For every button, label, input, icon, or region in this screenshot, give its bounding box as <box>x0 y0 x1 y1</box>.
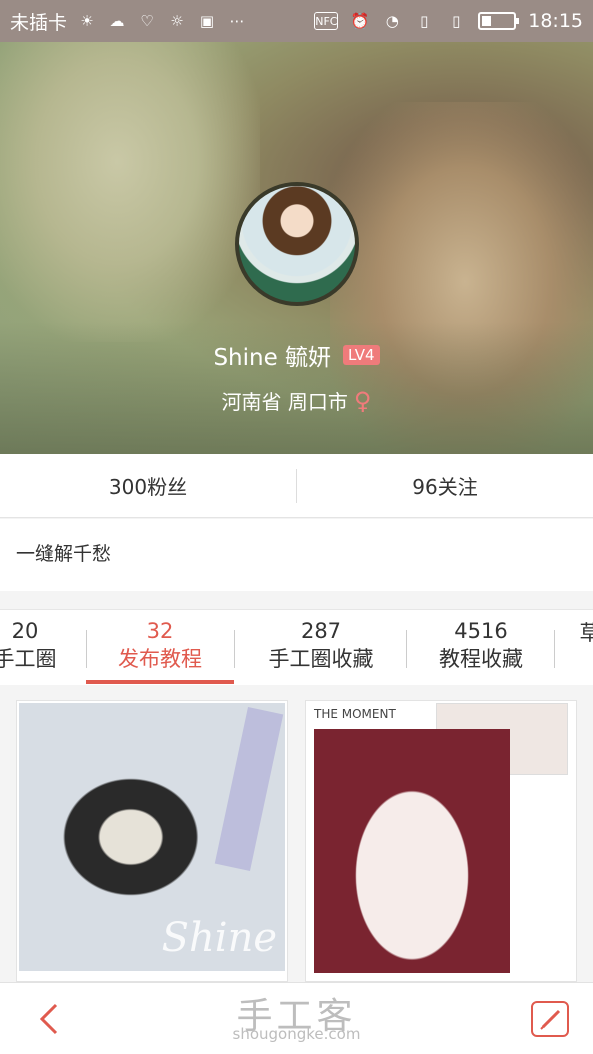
status-bar: 未插卡 ☀ ☁ ♡ ☼ ▣ ⋯ NFC ⏰ ◔ ▯ ▯ 18:15 <box>0 0 593 42</box>
active-tab-indicator <box>86 680 234 684</box>
username: Shine 毓妍 <box>213 345 332 371</box>
battery-level <box>482 16 492 26</box>
tab-published-tutorials[interactable]: 32 发布教程 <box>86 618 234 674</box>
tab-count: 4516 <box>454 619 508 643</box>
nfc-icon: NFC <box>314 12 339 30</box>
level-badge: LV4 <box>343 345 380 365</box>
tab-label: 草 <box>570 618 593 648</box>
bottom-bar: 手工客 shougongke.com <box>0 982 593 1054</box>
tutorial-grid: Shine THE MOMENT <box>0 686 593 982</box>
wifi-icon: ◔ <box>385 12 399 30</box>
tab-separator <box>406 630 407 668</box>
following-count[interactable]: 96关注 <box>297 471 593 500</box>
tab-count: 20 <box>11 619 39 643</box>
avatar[interactable] <box>235 182 359 306</box>
edit-button[interactable] <box>531 1001 569 1037</box>
sim2-icon: ▯ <box>452 12 461 30</box>
tab-label: 手工圈收藏 <box>268 647 374 671</box>
tab-label: 发布教程 <box>118 647 202 671</box>
more-dots-icon: ⋯ <box>229 12 245 30</box>
sim-icon: ▯ <box>420 12 429 30</box>
tutorial-card[interactable]: THE MOMENT <box>305 700 577 982</box>
alarm-icon: ⏰ <box>350 12 370 30</box>
fans-count[interactable]: 300粉丝 <box>0 471 296 500</box>
female-icon: ♀ <box>353 386 372 415</box>
edit-icon <box>540 1009 561 1030</box>
stats-bar: 300粉丝 96关注 <box>0 454 593 518</box>
tab-label: 手工圈 <box>0 647 57 671</box>
location-row: 河南省 周口市 ♀ <box>0 386 593 415</box>
app-icon: ▣ <box>199 12 215 30</box>
tutorial-card[interactable]: Shine <box>16 700 288 982</box>
profile-header: Shine 毓妍 LV4 河南省 周口市 ♀ <box>0 42 593 454</box>
weather-icon: ☼ <box>170 12 184 30</box>
tab-label: 教程收藏 <box>439 647 523 671</box>
shield-icon: ♡ <box>140 12 154 30</box>
header-background <box>0 42 260 342</box>
weather-sun-icon: ☀ <box>80 12 94 30</box>
tab-circle-favorites[interactable]: 287 手工圈收藏 <box>240 618 402 674</box>
location: 河南省 周口市 <box>221 390 348 414</box>
image-caption: THE MOMENT <box>314 707 396 721</box>
tab-handcraft-circle[interactable]: 20 手工圈 <box>0 618 80 674</box>
username-row: Shine 毓妍 LV4 <box>0 338 593 372</box>
battery-icon <box>478 12 520 30</box>
image-watermark: Shine <box>161 915 277 961</box>
tab-tutorial-favorites[interactable]: 4516 教程收藏 <box>410 618 552 674</box>
cloud-icon: ☁ <box>109 12 125 30</box>
tab-separator <box>234 630 235 668</box>
bio: 一缝解千愁 <box>0 519 593 591</box>
tutorial-image <box>314 729 510 973</box>
carrier-label: 未插卡 <box>10 11 68 34</box>
tab-drafts[interactable]: 草 <box>570 618 593 648</box>
tab-count: 287 <box>300 619 342 643</box>
clock: 18:15 <box>528 10 583 32</box>
content-tabs: 20 手工圈 32 发布教程 287 手工圈收藏 4516 教程收藏 草 <box>0 609 593 685</box>
brand-domain: shougongke.com <box>232 1025 361 1043</box>
tab-count: 32 <box>146 619 174 643</box>
tab-separator <box>554 630 555 668</box>
